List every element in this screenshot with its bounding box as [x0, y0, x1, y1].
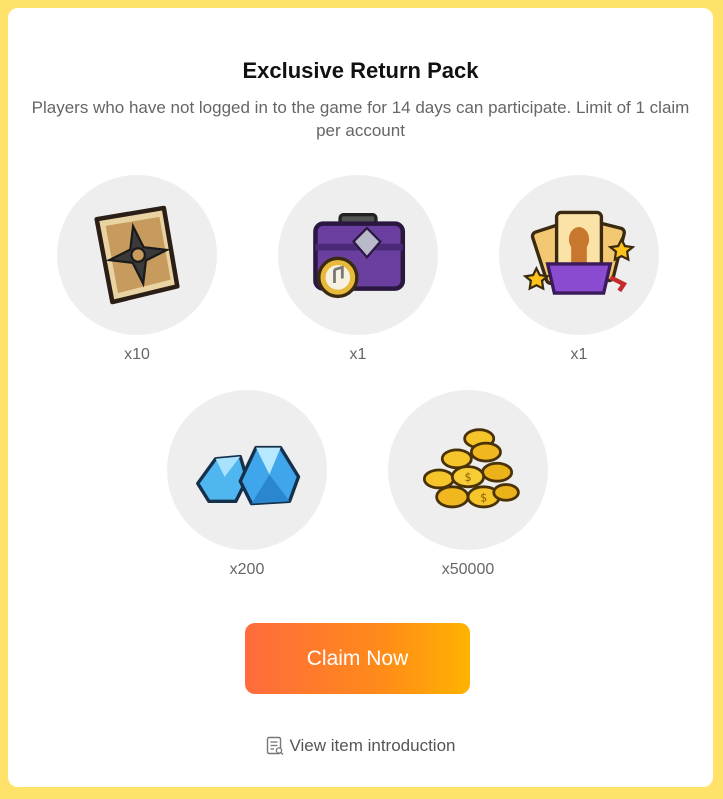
reward-quantity: x1: [570, 346, 588, 363]
claim-now-button[interactable]: Claim Now: [245, 623, 470, 694]
reward-icon-circle: [499, 175, 659, 335]
return-pack-card: Exclusive Return Pack Players who have n…: [8, 8, 713, 787]
reward-quantity: x1: [349, 346, 367, 363]
svg-text:$: $: [464, 471, 471, 484]
reward-quantity: x50000: [441, 561, 495, 578]
reward-quantity: x200: [229, 561, 265, 578]
reward-icon-circle: [167, 390, 327, 550]
reward-quantity: x10: [124, 346, 150, 363]
reward-item[interactable]: x10: [57, 175, 217, 364]
blue-gems-icon: [196, 445, 301, 506]
reward-icon-circle: [57, 175, 217, 335]
card-pack-icon: [523, 210, 635, 295]
pack-title: Exclusive Return Pack: [242, 58, 479, 83]
view-item-introduction-link[interactable]: View item introduction: [8, 736, 713, 756]
reward-item[interactable]: $ $ x50000: [388, 390, 548, 579]
shuriken-scroll-icon: [94, 205, 180, 305]
purple-chest-icon: [313, 213, 406, 299]
gold-coins-icon: $ $: [422, 428, 520, 509]
pack-description: Players who have not logged in to the ga…: [31, 98, 690, 140]
reward-item[interactable]: x200: [167, 390, 327, 579]
reward-icon-circle: $ $: [388, 390, 548, 550]
document-list-icon: [266, 736, 283, 755]
reward-item[interactable]: x1: [499, 175, 659, 364]
reward-icon-circle: [278, 175, 438, 335]
view-item-introduction-label: View item introduction: [289, 736, 456, 755]
reward-item[interactable]: x1: [278, 175, 438, 364]
svg-text:$: $: [480, 491, 487, 504]
